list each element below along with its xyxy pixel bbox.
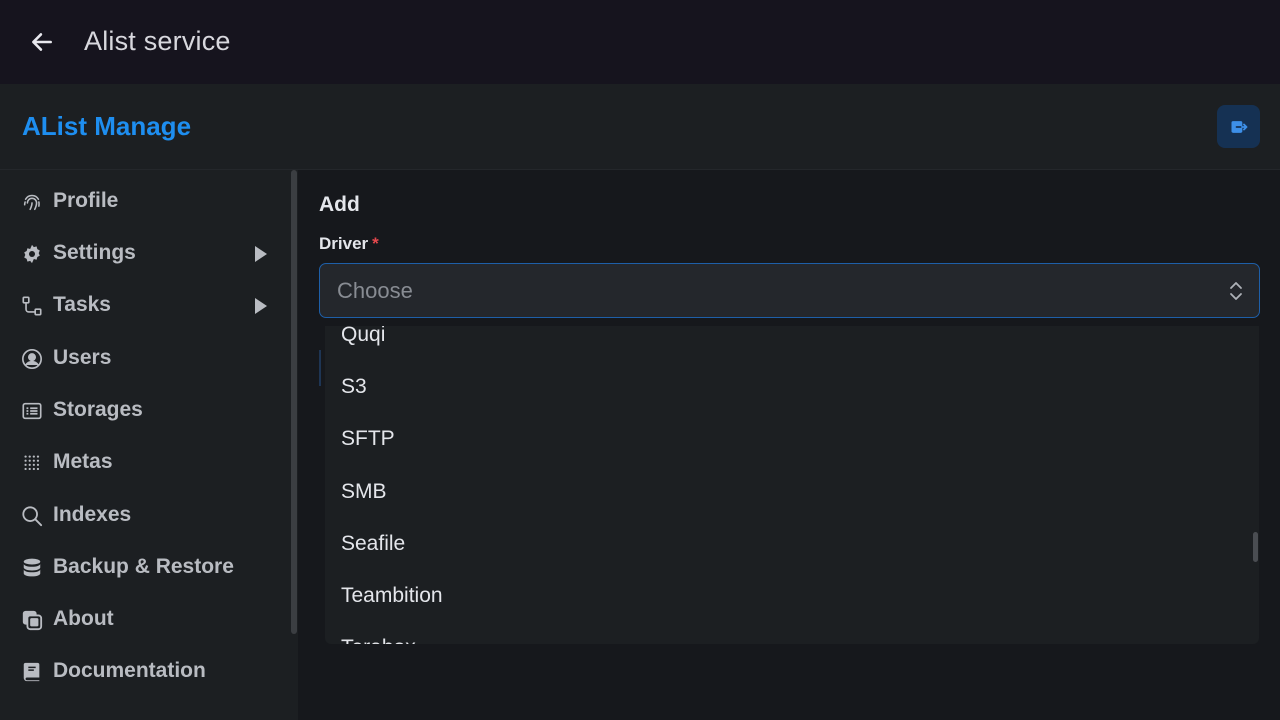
logout-button[interactable] — [1217, 105, 1260, 148]
page-title: Add — [319, 193, 360, 216]
caret-right-icon[interactable] — [250, 244, 270, 264]
option-label: Terabox — [341, 636, 416, 644]
metas-grid-icon — [20, 451, 44, 475]
brand-title[interactable]: AList Manage — [22, 111, 191, 142]
manage-header: AList Manage — [0, 84, 1280, 170]
sidebar-item-label: Settings — [53, 241, 136, 264]
dropdown-option-seafile[interactable]: Seafile — [325, 520, 1245, 572]
sidebar-item-users[interactable]: Users — [0, 336, 290, 382]
app-title: Alist service — [84, 26, 231, 56]
sidebar-item-settings[interactable]: Settings — [0, 231, 290, 277]
dropdown-option-s3[interactable]: S3 — [325, 363, 1245, 415]
sidebar-item-label: Users — [53, 346, 112, 369]
sidebar-item-indexes[interactable]: Indexes — [0, 493, 290, 539]
driver-label-text: Driver — [319, 234, 369, 253]
driver-label: Driver * — [319, 234, 379, 254]
sidebar-item-about[interactable]: About — [0, 597, 290, 643]
option-label: Seafile — [341, 532, 406, 555]
dropdown-option-teambition[interactable]: Teambition — [325, 572, 1245, 624]
user-circle-icon — [20, 347, 44, 371]
required-mark: * — [372, 234, 379, 253]
option-label: Teambition — [341, 584, 443, 607]
logout-icon — [1231, 120, 1247, 133]
gear-icon — [20, 242, 44, 266]
sidebar: Profile Settings Tasks Users Storages Me… — [0, 170, 298, 720]
sidebar-item-label: Tasks — [53, 293, 111, 316]
storage-list-icon — [20, 399, 44, 423]
dropdown-option-smb[interactable]: SMB — [325, 468, 1245, 520]
sidebar-item-profile[interactable]: Profile — [0, 179, 290, 225]
dropdown-option-quqi[interactable]: Quqi — [325, 326, 1245, 363]
option-label: SFTP — [341, 427, 395, 450]
sidebar-item-label: Indexes — [53, 503, 132, 526]
sidebar-item-backup-restore[interactable]: Backup & Restore — [0, 545, 290, 591]
chevron-up-down-icon — [1230, 282, 1242, 300]
sidebar-item-label: Profile — [53, 189, 119, 212]
sidebar-item-label: Documentation — [53, 659, 206, 682]
dropdown-scrollbar-thumb[interactable] — [1253, 532, 1258, 562]
dropdown-option-terabox[interactable]: Terabox — [325, 624, 1245, 644]
app-bar: Alist service — [0, 0, 1280, 84]
sidebar-item-label: Backup & Restore — [53, 555, 234, 578]
arrow-left-icon — [32, 33, 52, 51]
option-label: S3 — [341, 375, 367, 398]
back-button[interactable] — [24, 24, 60, 60]
option-label: SMB — [341, 480, 387, 503]
obscured-field-edge — [319, 350, 321, 386]
sidebar-item-label: Storages — [53, 398, 143, 421]
sidebar-scrollbar-thumb[interactable] — [291, 170, 297, 634]
database-icon — [20, 556, 44, 580]
caret-right-icon[interactable] — [250, 296, 270, 316]
driver-dropdown-list[interactable]: Quqi S3 SFTP SMB Seafile Teambition Tera… — [325, 326, 1259, 644]
search-icon — [20, 504, 44, 528]
sidebar-item-documentation[interactable]: Documentation — [0, 649, 290, 695]
sidebar-item-label: About — [53, 607, 114, 630]
about-copy-icon — [20, 608, 44, 632]
fingerprint-icon — [20, 190, 44, 214]
sidebar-item-label: Metas — [53, 450, 113, 473]
driver-select[interactable]: Choose — [319, 263, 1260, 318]
book-icon — [20, 660, 44, 684]
workflow-icon — [20, 294, 44, 318]
option-label: Quqi — [341, 326, 386, 346]
dropdown-option-sftp[interactable]: SFTP — [325, 415, 1245, 467]
sidebar-item-tasks[interactable]: Tasks — [0, 283, 290, 329]
select-placeholder: Choose — [337, 278, 413, 303]
sidebar-item-metas[interactable]: Metas — [0, 440, 290, 486]
sidebar-item-storages[interactable]: Storages — [0, 388, 290, 434]
